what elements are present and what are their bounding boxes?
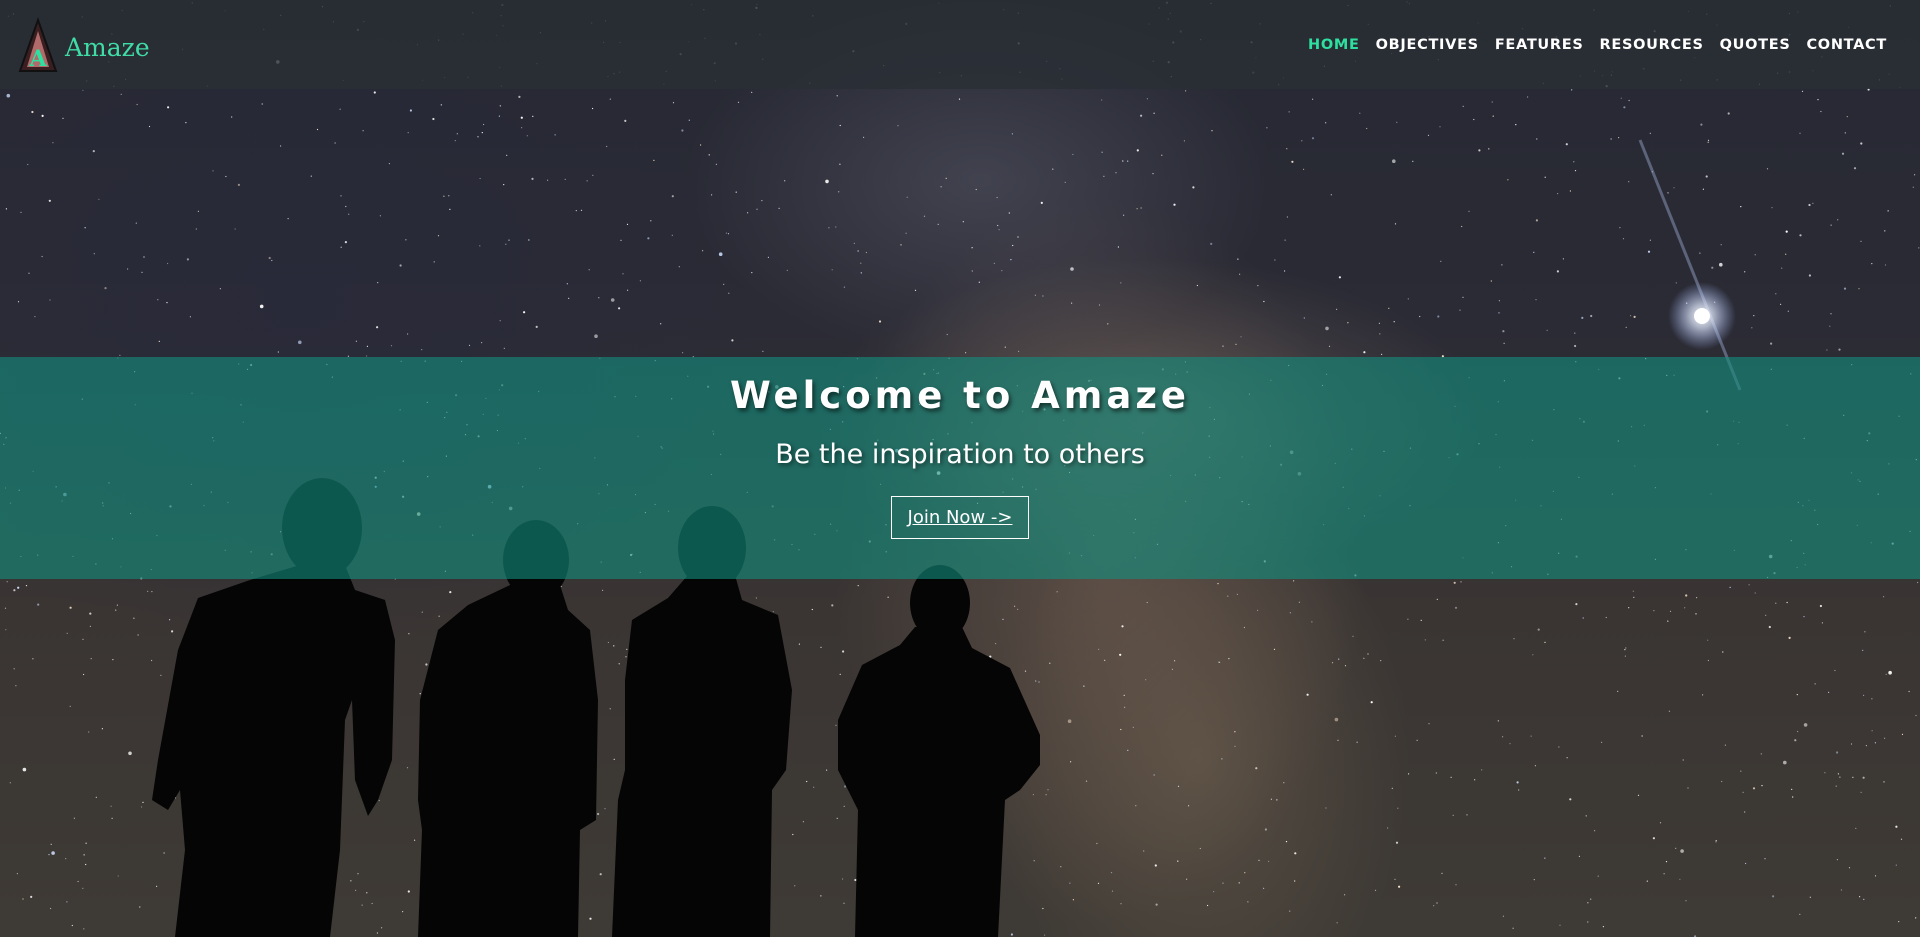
nav-item-objectives: OBJECTIVES bbox=[1368, 37, 1487, 53]
main-nav: HOME OBJECTIVES FEATURES RESOURCES QUOTE… bbox=[1300, 37, 1895, 53]
nav-link-objectives[interactable]: OBJECTIVES bbox=[1368, 37, 1487, 53]
hero-subtitle: Be the inspiration to others bbox=[775, 439, 1145, 470]
nav-item-contact: CONTACT bbox=[1798, 37, 1895, 53]
brand-link[interactable]: A Amaze bbox=[18, 16, 150, 73]
nav-link-home[interactable]: HOME bbox=[1300, 37, 1368, 53]
nav-item-home: HOME bbox=[1300, 37, 1368, 53]
nav-link-contact[interactable]: CONTACT bbox=[1798, 37, 1895, 53]
nav-item-resources: RESOURCES bbox=[1592, 37, 1712, 53]
nav-item-features: FEATURES bbox=[1487, 37, 1592, 53]
logo-letter: A bbox=[28, 46, 47, 72]
landing-page: A Amaze HOME OBJECTIVES FEATURES RESOURC… bbox=[0, 0, 1920, 937]
join-now-button[interactable]: Join Now -> bbox=[890, 496, 1030, 539]
hero-title: Welcome to Amaze bbox=[730, 374, 1190, 417]
triangle-a-logo-icon: A bbox=[18, 16, 58, 72]
nav-link-features[interactable]: FEATURES bbox=[1487, 37, 1592, 53]
nav-link-quotes[interactable]: QUOTES bbox=[1712, 37, 1799, 53]
top-navbar: A Amaze HOME OBJECTIVES FEATURES RESOURC… bbox=[0, 0, 1920, 89]
brand-name: Amaze bbox=[65, 33, 150, 62]
nav-link-resources[interactable]: RESOURCES bbox=[1592, 37, 1712, 53]
nav-item-quotes: QUOTES bbox=[1712, 37, 1799, 53]
hero-banner: Welcome to Amaze Be the inspiration to o… bbox=[0, 357, 1920, 579]
